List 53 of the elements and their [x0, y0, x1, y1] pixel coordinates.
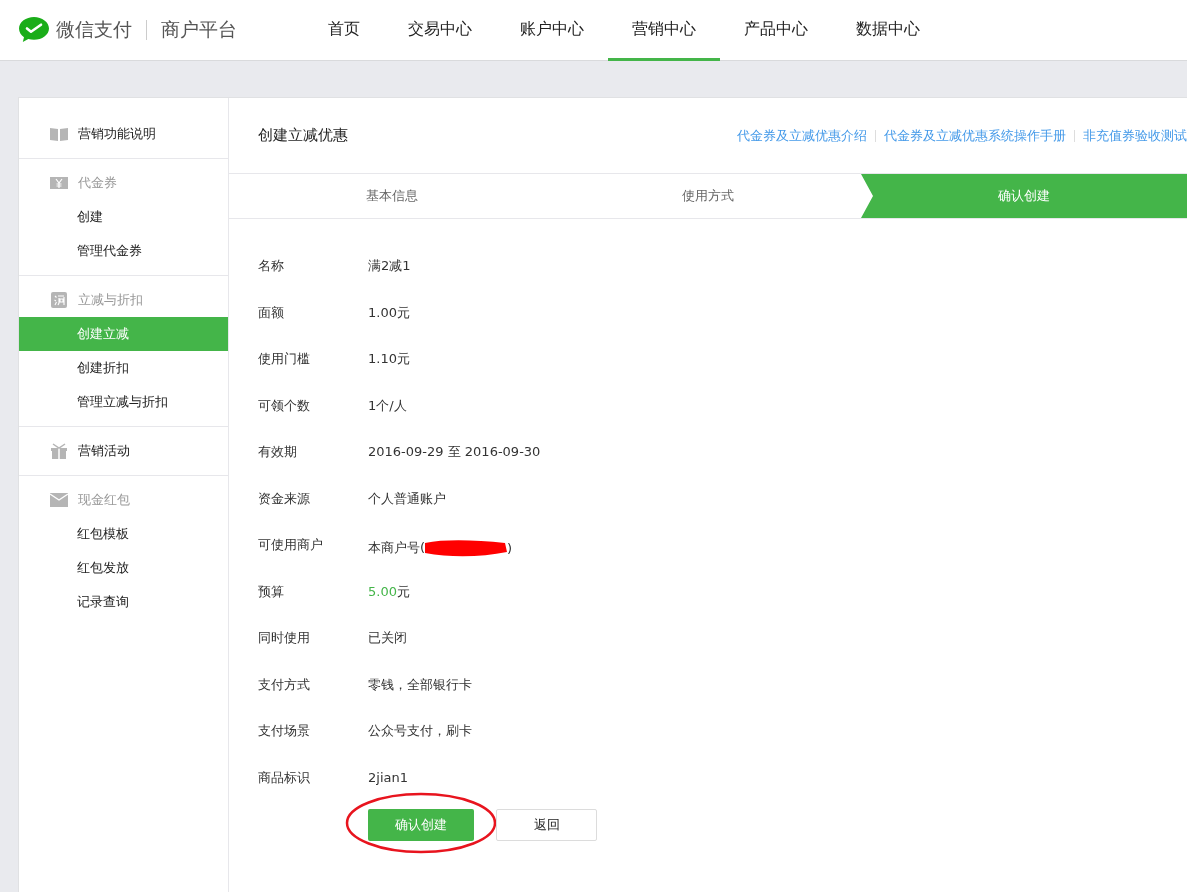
logo-name: 微信支付 [56, 17, 132, 42]
sidebar-group-title: 代金券 [78, 174, 117, 192]
page-title: 创建立减优惠 [258, 126, 348, 145]
field-value: 公众号支付，刷卡 [368, 722, 472, 741]
field-value: 1.00元 [368, 303, 410, 322]
field-value: 2016-09-29 至 2016-09-30 [368, 443, 541, 462]
nav-tab[interactable]: 营销中心 [608, 0, 720, 61]
discount-icon [50, 292, 68, 308]
field-value: 5.00元 [368, 582, 410, 601]
sidebar-item[interactable]: 红包模板 [19, 517, 228, 551]
sidebar-item[interactable]: 创建 [19, 200, 228, 234]
field-value: 2jian1 [368, 770, 408, 786]
sidebar-item[interactable]: 营销活动 [78, 442, 130, 460]
field-label: 支付场景 [258, 722, 311, 741]
envelope-icon [50, 493, 68, 507]
sidebar-group-title: 现金红包 [78, 491, 130, 509]
book-icon [50, 127, 68, 141]
field-label: 支付方式 [258, 675, 311, 694]
field-label: 预算 [258, 582, 285, 601]
field-label: 同时使用 [258, 629, 311, 648]
field-label: 面额 [258, 303, 285, 322]
nav-tab[interactable]: 首页 [304, 0, 384, 61]
sidebar-item[interactable]: 管理立减与折扣 [19, 385, 228, 419]
field-value: 1个/人 [368, 396, 407, 415]
field-label: 可领个数 [258, 396, 311, 415]
field-value: 本商户号( [368, 539, 426, 558]
nav-tab[interactable]: 产品中心 [720, 0, 832, 61]
action-button[interactable]: 返回 [496, 809, 597, 841]
sidebar-item[interactable]: 创建折扣 [19, 351, 228, 385]
yen-icon [50, 176, 68, 190]
sidebar-item[interactable]: 红包发放 [19, 551, 228, 585]
field-label: 名称 [258, 257, 285, 276]
field-label: 资金来源 [258, 489, 311, 508]
field-label: 使用门槛 [258, 350, 311, 369]
field-value: ) [507, 540, 513, 556]
sidebar-item[interactable]: 记录查询 [19, 585, 228, 619]
wechat-pay-logo-icon [18, 16, 50, 44]
nav-tab[interactable]: 数据中心 [832, 0, 944, 61]
field-label: 有效期 [258, 443, 298, 462]
sidebar-item[interactable]: 营销功能说明 [78, 125, 156, 143]
field-value: 满2减1 [368, 257, 411, 276]
sidebar-group-title: 立减与折扣 [78, 291, 143, 309]
field-value: 已关闭 [368, 629, 407, 648]
field-label: 商品标识 [258, 768, 311, 787]
nav-tab[interactable]: 账户中心 [496, 0, 608, 61]
field-value: 个人普通账户 [368, 489, 446, 508]
gift-icon [50, 443, 68, 459]
field-label: 可使用商户 [258, 536, 324, 555]
logo-subtitle: 商户平台 [161, 17, 237, 42]
sidebar-item[interactable]: 管理代金券 [19, 234, 228, 268]
field-value: 1.10元 [368, 350, 410, 369]
field-value: 零钱，全部银行卡 [368, 675, 472, 694]
nav-tab[interactable]: 交易中心 [384, 0, 496, 61]
